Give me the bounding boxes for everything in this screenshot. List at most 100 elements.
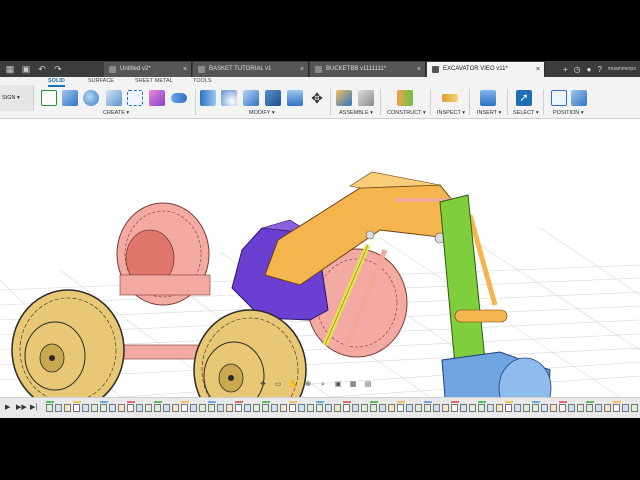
timeline-feature[interactable] bbox=[379, 404, 386, 412]
timeline-feature[interactable] bbox=[496, 404, 503, 412]
select-cursor-icon[interactable]: ➚ bbox=[516, 90, 532, 106]
tab-untitled[interactable]: Untitled v2* × bbox=[104, 62, 192, 77]
timeline-feature[interactable] bbox=[397, 404, 404, 412]
timeline-feature[interactable] bbox=[55, 404, 62, 412]
fit-icon[interactable]: ⌕ bbox=[318, 380, 328, 389]
tab-solid[interactable]: SOLID bbox=[48, 78, 65, 87]
timeline-feature[interactable] bbox=[370, 404, 377, 412]
timeline-feature[interactable] bbox=[622, 404, 629, 412]
user-account[interactable]: muammerpo bbox=[608, 66, 636, 72]
end-icon[interactable]: ▶| bbox=[30, 403, 37, 411]
timeline-feature[interactable] bbox=[415, 404, 422, 412]
extrude-icon[interactable] bbox=[62, 90, 78, 106]
timeline-feature[interactable] bbox=[433, 404, 440, 412]
timeline-feature[interactable] bbox=[181, 404, 188, 412]
clock-icon[interactable]: ◷ bbox=[574, 65, 581, 74]
tab-tools[interactable]: TOOLS bbox=[193, 78, 212, 84]
hole-icon[interactable] bbox=[106, 90, 122, 106]
chamfer-icon[interactable] bbox=[243, 90, 259, 106]
play-icon[interactable]: ▶ bbox=[5, 403, 10, 411]
timeline-feature[interactable] bbox=[127, 404, 134, 412]
timeline-feature[interactable] bbox=[334, 404, 341, 412]
tab-sheet-metal[interactable]: SHEET METAL bbox=[135, 78, 173, 84]
bell-icon[interactable]: ● bbox=[587, 65, 592, 74]
timeline-feature[interactable] bbox=[271, 404, 278, 412]
revert-position-icon[interactable] bbox=[571, 90, 587, 106]
tab-surface[interactable]: SURFACE bbox=[88, 78, 114, 84]
timeline-feature[interactable] bbox=[523, 404, 530, 412]
timeline-feature[interactable] bbox=[541, 404, 548, 412]
group-position[interactable]: POSITION ▾ bbox=[553, 110, 584, 116]
timeline-feature[interactable] bbox=[64, 404, 71, 412]
timeline-feature[interactable] bbox=[631, 404, 638, 412]
tab-excavator[interactable]: EXCAVATOR VIEO v11* × bbox=[427, 62, 545, 77]
group-select[interactable]: SELECT ▾ bbox=[513, 110, 539, 116]
timeline-feature[interactable] bbox=[424, 404, 431, 412]
form-icon[interactable] bbox=[149, 90, 165, 106]
timeline-feature[interactable] bbox=[487, 404, 494, 412]
joint-icon[interactable] bbox=[358, 90, 374, 106]
timeline-feature[interactable] bbox=[298, 404, 305, 412]
viewports-icon[interactable]: ▤ bbox=[363, 380, 373, 389]
timeline-feature[interactable] bbox=[460, 404, 467, 412]
timeline-feature[interactable] bbox=[217, 404, 224, 412]
timeline-feature[interactable] bbox=[307, 404, 314, 412]
save-icon[interactable]: ▣ bbox=[20, 63, 32, 75]
timeline-feature[interactable] bbox=[118, 404, 125, 412]
close-icon[interactable]: × bbox=[536, 62, 540, 77]
close-icon[interactable]: × bbox=[300, 62, 304, 77]
group-insert[interactable]: INSERT ▾ bbox=[477, 110, 501, 116]
timeline-feature[interactable] bbox=[442, 404, 449, 412]
timeline-feature[interactable] bbox=[613, 404, 620, 412]
model-canvas[interactable] bbox=[0, 120, 640, 397]
timeline-feature[interactable] bbox=[235, 404, 242, 412]
timeline-feature[interactable] bbox=[361, 404, 368, 412]
orbit-icon[interactable]: ✥ bbox=[258, 380, 268, 389]
timeline-feature[interactable] bbox=[145, 404, 152, 412]
timeline-feature[interactable] bbox=[478, 404, 485, 412]
tab-bucket[interactable]: BUCKETBB v1111111* × bbox=[310, 62, 426, 77]
pattern-icon[interactable] bbox=[127, 90, 143, 106]
timeline-feature[interactable] bbox=[559, 404, 566, 412]
look-at-icon[interactable]: ▭ bbox=[273, 380, 283, 389]
new-tab-button[interactable]: + bbox=[563, 65, 568, 74]
group-create[interactable]: CREATE ▾ bbox=[103, 110, 129, 116]
timeline-feature[interactable] bbox=[109, 404, 116, 412]
group-construct[interactable]: CONSTRUCT ▾ bbox=[387, 110, 426, 116]
insert-image-icon[interactable] bbox=[480, 90, 496, 106]
revolve-icon[interactable] bbox=[83, 90, 99, 106]
timeline-feature[interactable] bbox=[244, 404, 251, 412]
timeline-feature[interactable] bbox=[136, 404, 143, 412]
grid-icon[interactable]: ▦ bbox=[4, 63, 16, 75]
close-icon[interactable]: × bbox=[417, 62, 421, 77]
timeline-feature[interactable] bbox=[586, 404, 593, 412]
workspace-switcher[interactable]: SIGN ▾ bbox=[0, 85, 34, 111]
timeline-feature[interactable] bbox=[388, 404, 395, 412]
timeline-feature[interactable] bbox=[568, 404, 575, 412]
help-icon[interactable]: ? bbox=[597, 65, 601, 74]
tab-basket-tutorial[interactable]: BASKET TUTORIAL v1 × bbox=[193, 62, 309, 77]
press-pull-icon[interactable] bbox=[200, 90, 216, 106]
timeline-feature[interactable] bbox=[604, 404, 611, 412]
combine-icon[interactable] bbox=[287, 90, 303, 106]
step-forward-icon[interactable]: ▶▶ bbox=[16, 403, 27, 411]
grid-settings-icon[interactable]: ▦ bbox=[348, 380, 358, 389]
timeline-feature[interactable] bbox=[469, 404, 476, 412]
timeline-feature[interactable] bbox=[163, 404, 170, 412]
timeline-feature[interactable] bbox=[46, 404, 53, 412]
timeline-feature[interactable] bbox=[514, 404, 521, 412]
timeline-feature[interactable] bbox=[199, 404, 206, 412]
timeline-feature[interactable] bbox=[253, 404, 260, 412]
pan-icon[interactable]: ✋ bbox=[288, 380, 298, 389]
timeline-feature[interactable] bbox=[91, 404, 98, 412]
display-settings-icon[interactable]: ▣ bbox=[333, 380, 343, 389]
timeline-feature[interactable] bbox=[595, 404, 602, 412]
timeline-feature[interactable] bbox=[352, 404, 359, 412]
timeline-feature[interactable] bbox=[208, 404, 215, 412]
undo-icon[interactable]: ↶ bbox=[36, 63, 48, 75]
redo-icon[interactable]: ↷ bbox=[52, 63, 64, 75]
timeline-feature[interactable] bbox=[289, 404, 296, 412]
new-component-icon[interactable] bbox=[336, 90, 352, 106]
timeline-feature[interactable] bbox=[73, 404, 80, 412]
timeline-feature[interactable] bbox=[82, 404, 89, 412]
